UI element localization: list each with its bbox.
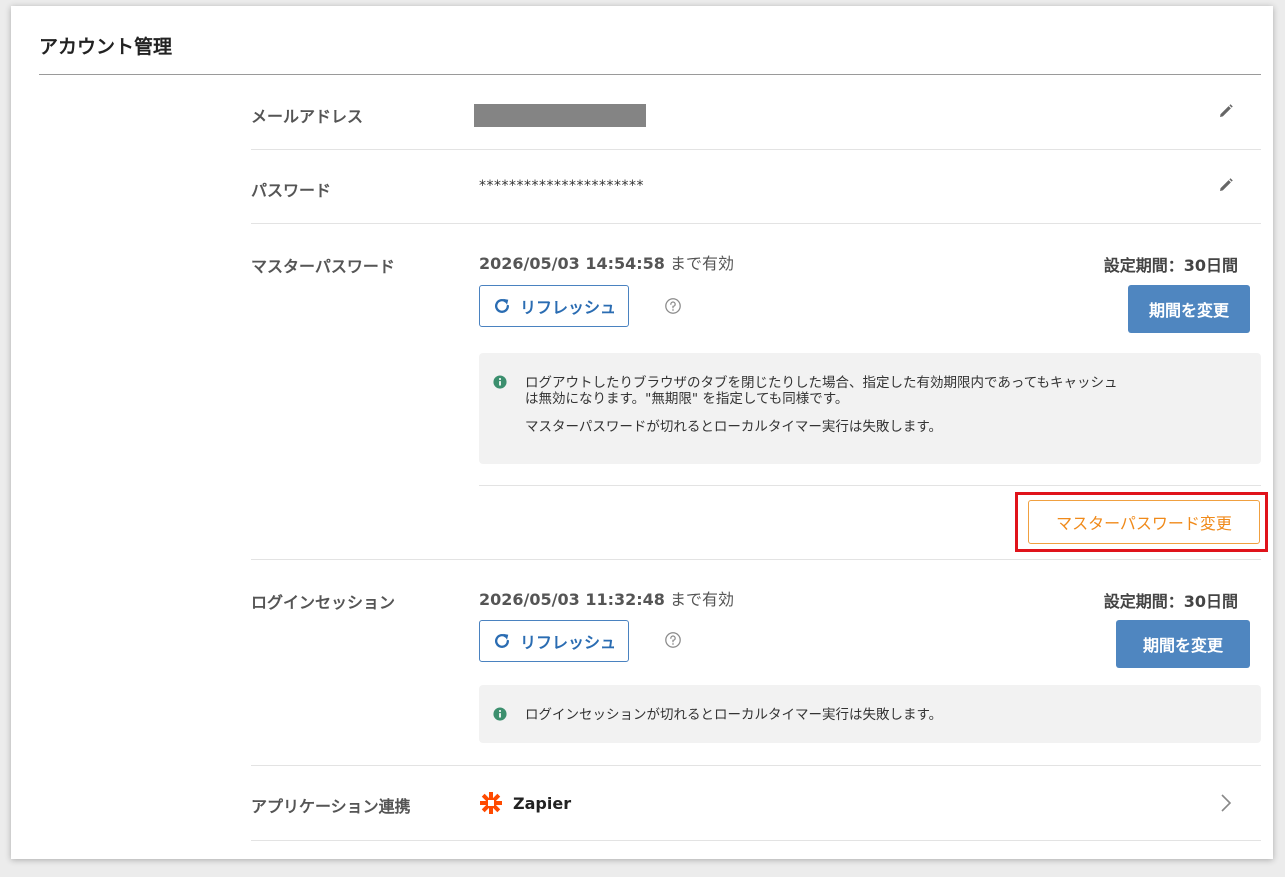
change-period-button[interactable]: 期間を変更: [1128, 285, 1250, 333]
help-icon[interactable]: [664, 297, 682, 315]
email-label: メールアドレス: [251, 107, 364, 126]
page-title: アカウント管理: [39, 36, 173, 58]
row-divider: [251, 765, 1261, 766]
login-session-label: ログインセッション: [251, 593, 396, 612]
expiry-suffix: まで有効: [664, 254, 735, 273]
expiry-suffix: まで有効: [664, 590, 735, 609]
title-divider: [39, 74, 1261, 75]
info-text: ログインセッションが切れるとローカルタイマー実行は失敗します。: [525, 707, 1241, 723]
pencil-icon[interactable]: [1217, 102, 1235, 120]
zapier-link[interactable]: Zapier: [479, 791, 571, 815]
info-text: ログアウトしたりブラウザのタブを閉じたりした場合、指定した有効期限内であってもキ…: [525, 375, 1241, 435]
change-period-button[interactable]: 期間を変更: [1116, 620, 1250, 668]
zapier-logo: [480, 792, 502, 814]
password-value: **********************: [479, 178, 644, 194]
period-setting: 設定期間：30日間: [1103, 592, 1238, 611]
email-value-redacted: [474, 104, 646, 127]
account-panel: アカウント管理 メールアドレス パスワード ******************…: [11, 6, 1273, 859]
info-box: ログアウトしたりブラウザのタブを閉じたりした場合、指定した有効期限内であってもキ…: [479, 353, 1261, 464]
section-divider: [479, 485, 1261, 486]
master-password-label: マスターパスワード: [251, 257, 395, 276]
help-icon[interactable]: [664, 631, 682, 649]
refresh-button[interactable]: リフレッシュ: [479, 285, 630, 327]
info-line: ログアウトしたりブラウザのタブを閉じたりした場合、指定した有効期限内であってもキ…: [525, 375, 1118, 391]
master-password-expiry: 2026/05/03 14:54:58 まで有効: [479, 250, 734, 274]
expiry-datetime: 2026/05/03 14:54:58: [479, 254, 665, 273]
refresh-label: リフレッシュ: [520, 298, 617, 317]
login-session-expiry: 2026/05/03 11:32:48 まで有効: [479, 586, 734, 610]
chevron-right-icon[interactable]: [1219, 793, 1233, 813]
app-integration-label: アプリケーション連携: [251, 797, 411, 816]
refresh-icon: [495, 633, 509, 648]
master-password-change-button[interactable]: マスターパスワード変更: [1028, 500, 1260, 544]
refresh-label: リフレッシュ: [520, 633, 617, 652]
info-line: は無効になります。"無期限" を指定しても同様です。: [525, 391, 849, 407]
row-divider: [251, 223, 1261, 224]
pencil-icon[interactable]: [1217, 176, 1235, 194]
refresh-icon: [495, 298, 509, 313]
info-icon: [493, 707, 507, 721]
info-icon: [493, 375, 507, 389]
info-box: ログインセッションが切れるとローカルタイマー実行は失敗します。: [479, 685, 1261, 743]
refresh-button[interactable]: リフレッシュ: [479, 620, 630, 662]
row-divider: [251, 149, 1261, 150]
period-setting: 設定期間：30日間: [1103, 256, 1238, 275]
row-divider: [251, 840, 1261, 841]
info-line: マスターパスワードが切れるとローカルタイマー実行は失敗します。: [525, 419, 943, 435]
expiry-datetime: 2026/05/03 11:32:48: [479, 590, 665, 609]
password-label: パスワード: [251, 181, 332, 200]
info-line: ログインセッションが切れるとローカルタイマー実行は失敗します。: [525, 707, 943, 723]
row-divider: [251, 559, 1261, 560]
zapier-name: Zapier: [513, 793, 572, 813]
